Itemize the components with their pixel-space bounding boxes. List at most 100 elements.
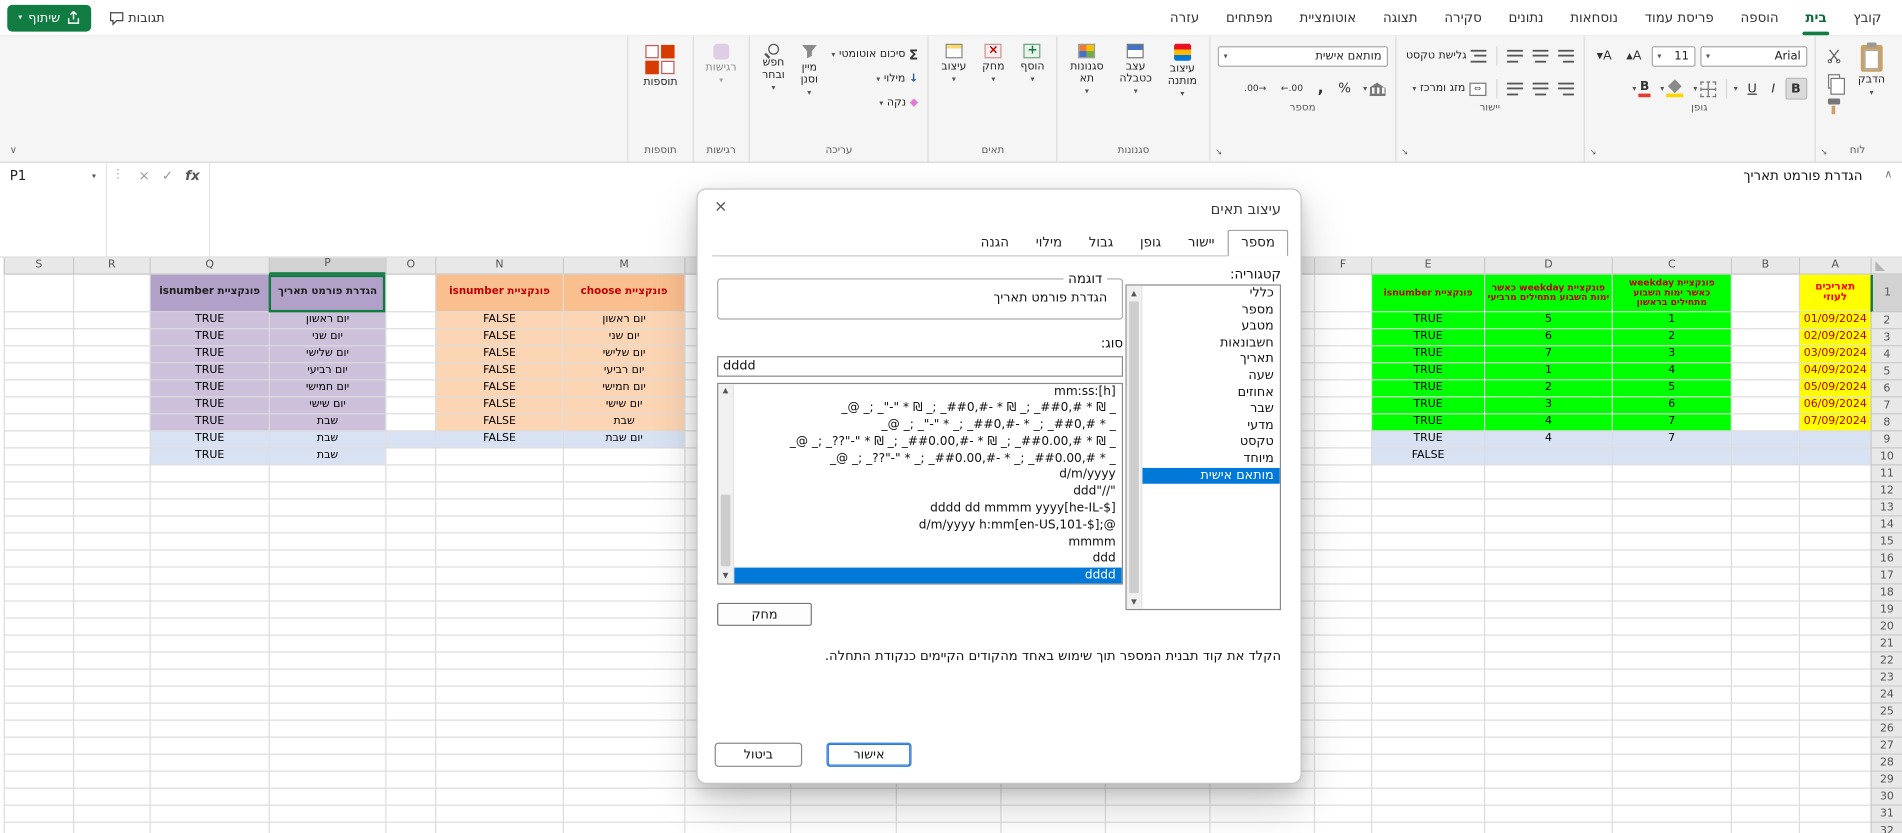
cell-F18[interactable]	[1313, 584, 1371, 602]
ribbon-tab-4[interactable]: נוסחאות	[1557, 0, 1632, 35]
grow-font-button[interactable]: A▴	[1622, 46, 1647, 65]
cell-F24[interactable]	[1313, 686, 1371, 704]
cell-A29[interactable]	[1798, 771, 1871, 789]
column-header-R[interactable]: R	[72, 257, 150, 275]
category-item-0[interactable]: כללי	[1142, 286, 1279, 303]
cell-S25[interactable]	[3, 703, 73, 721]
cell-A30[interactable]	[1798, 788, 1871, 806]
ribbon-tab-7[interactable]: תצוגה	[1370, 0, 1431, 35]
cell-A14[interactable]	[1798, 516, 1871, 534]
cell-S9[interactable]	[3, 431, 73, 449]
conditional-formatting-button[interactable]: עיצוב מותנה ▾	[1163, 40, 1202, 98]
cell-Q17[interactable]	[149, 567, 269, 585]
cell-S8[interactable]	[3, 414, 73, 432]
addins-button[interactable]: תוספות	[636, 40, 685, 89]
cell-B4[interactable]	[1730, 346, 1799, 364]
category-item-2[interactable]: מטבע	[1142, 319, 1279, 336]
cell-E17[interactable]	[1370, 567, 1485, 585]
cell-Q3[interactable]: TRUE	[149, 329, 269, 347]
cell-O13[interactable]	[385, 499, 436, 517]
cell-F7[interactable]	[1313, 397, 1371, 415]
cell-B8[interactable]	[1730, 414, 1799, 432]
format-code-item-7[interactable]: [$-he-IL]dddd dd mmmm yyyy	[734, 501, 1122, 518]
cell-N13[interactable]	[435, 499, 563, 517]
cell-S28[interactable]	[3, 754, 73, 772]
cell-D1[interactable]: פונקציית weekday כאשר ימות השבוע מתחילים…	[1484, 274, 1612, 313]
cell-F8[interactable]	[1313, 414, 1371, 432]
cell-S4[interactable]	[3, 346, 73, 364]
cell-Q32[interactable]	[149, 822, 268, 833]
cell-C8[interactable]: 7	[1611, 414, 1731, 432]
cell-P30[interactable]	[268, 788, 386, 806]
cell-A13[interactable]	[1798, 499, 1871, 517]
paste-button[interactable]: הדבק ▾	[1851, 40, 1893, 132]
cell-A5[interactable]: 04/09/2024	[1798, 363, 1871, 381]
cell-K31[interactable]	[790, 805, 896, 823]
cell-F16[interactable]	[1313, 550, 1371, 568]
cell-N14[interactable]	[435, 516, 563, 534]
cell-M8[interactable]: שבת	[562, 414, 685, 432]
cell-N2[interactable]: FALSE	[435, 312, 563, 330]
cell-O9[interactable]	[385, 431, 436, 449]
cell-P26[interactable]	[268, 720, 386, 738]
format-painter-button[interactable]	[1823, 97, 1845, 116]
font-dialog-launcher[interactable]: ↘	[1589, 147, 1596, 157]
column-header-E[interactable]: E	[1370, 257, 1485, 275]
underline-options-caret[interactable]: ▾	[1734, 85, 1738, 93]
row-header-5[interactable]: 5	[1870, 363, 1902, 381]
cell-E30[interactable]	[1370, 788, 1485, 806]
format-list-scrollbar[interactable]: ▲ ▼	[718, 383, 735, 583]
cell-E8[interactable]: TRUE	[1370, 414, 1485, 432]
cell-R16[interactable]	[72, 550, 150, 568]
cell-A15[interactable]	[1798, 533, 1871, 551]
cut-button[interactable]	[1823, 46, 1845, 65]
cell-P21[interactable]	[268, 635, 386, 653]
cell-J30[interactable]	[895, 788, 1001, 806]
cell-R10[interactable]	[72, 448, 150, 466]
cell-A27[interactable]	[1798, 737, 1871, 755]
cell-F30[interactable]	[1313, 788, 1371, 806]
row-header-10[interactable]: 10	[1870, 448, 1902, 466]
align-left-button[interactable]	[1504, 81, 1525, 97]
cell-O4[interactable]	[385, 346, 436, 364]
cell-P16[interactable]	[268, 550, 386, 568]
cell-B17[interactable]	[1730, 567, 1799, 585]
cell-Q18[interactable]	[149, 584, 269, 602]
cell-S16[interactable]	[3, 550, 73, 568]
row-header-3[interactable]: 3	[1870, 329, 1902, 347]
cell-F13[interactable]	[1313, 499, 1371, 517]
row-header-19[interactable]: 19	[1870, 601, 1902, 619]
format-code-item-11[interactable]: dddd	[734, 567, 1122, 583]
cell-L32[interactable]	[684, 822, 790, 833]
cell-S12[interactable]	[3, 482, 73, 500]
cell-F25[interactable]	[1313, 703, 1371, 721]
cell-N3[interactable]: FALSE	[435, 329, 563, 347]
cell-Q30[interactable]	[149, 788, 269, 806]
cell-S24[interactable]	[3, 686, 73, 704]
cell-Q7[interactable]: TRUE	[149, 397, 269, 415]
cell-M22[interactable]	[562, 652, 685, 670]
cell-P22[interactable]	[268, 652, 386, 670]
cell-R29[interactable]	[72, 771, 150, 789]
cell-D19[interactable]	[1484, 601, 1612, 619]
cell-O1[interactable]	[385, 274, 436, 313]
cell-M10[interactable]	[562, 448, 685, 466]
cell-B11[interactable]	[1730, 465, 1799, 483]
cell-N15[interactable]	[435, 533, 563, 551]
cell-E11[interactable]	[1370, 465, 1485, 483]
cell-D29[interactable]	[1484, 771, 1612, 789]
cell-A8[interactable]: 07/09/2024	[1798, 414, 1871, 432]
ok-button[interactable]: אישור	[826, 742, 912, 767]
cell-N32[interactable]	[435, 822, 563, 833]
cell-F15[interactable]	[1313, 533, 1371, 551]
cell-E2[interactable]: TRUE	[1370, 312, 1485, 330]
cell-G31[interactable]	[1209, 805, 1314, 823]
cell-N31[interactable]	[435, 805, 563, 823]
cell-J31[interactable]	[895, 805, 1001, 823]
cancel-entry-icon[interactable]: ×	[139, 168, 150, 184]
format-code-item-0[interactable]: [h]:mm:ss	[734, 383, 1122, 400]
cell-E22[interactable]	[1370, 652, 1485, 670]
bold-button[interactable]: B	[1784, 77, 1807, 100]
cell-R17[interactable]	[72, 567, 150, 585]
cell-R8[interactable]	[72, 414, 150, 432]
